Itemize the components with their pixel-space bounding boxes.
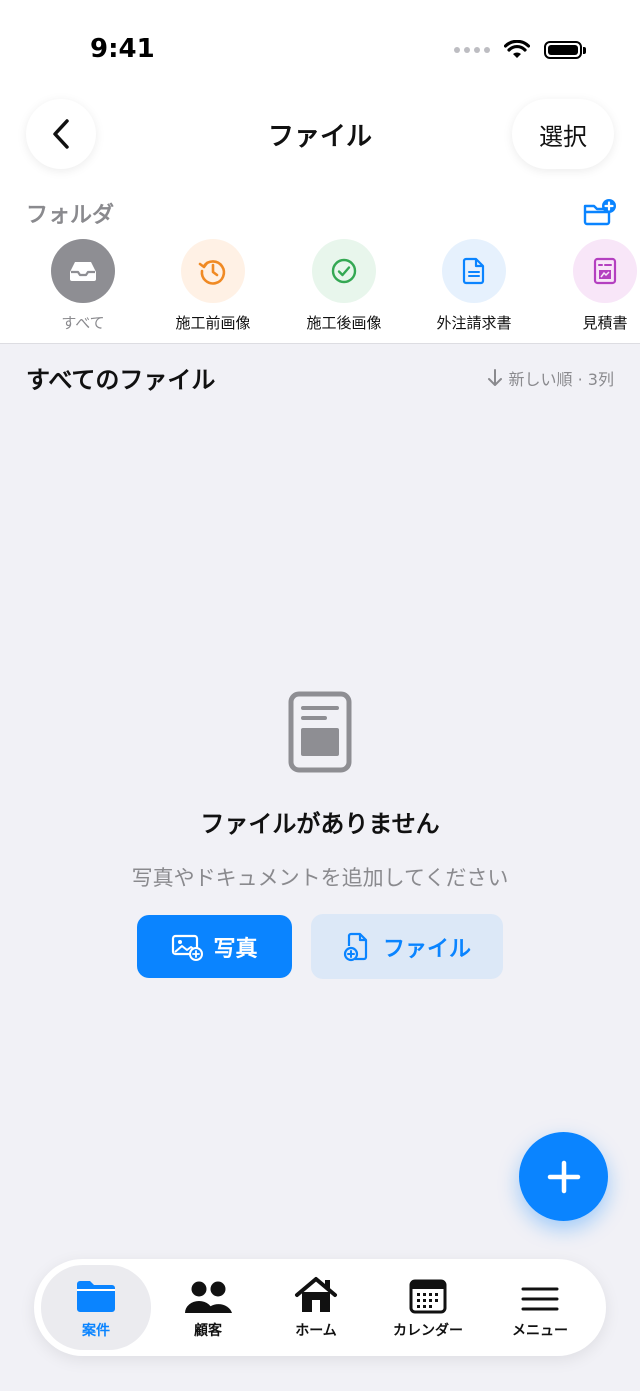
folder-item-label: 施工後画像 xyxy=(306,314,382,332)
tab-label: 顧客 xyxy=(194,1323,222,1339)
add-fab-button[interactable] xyxy=(519,1132,608,1221)
battery-icon xyxy=(544,41,586,59)
folder-item-label: すべて xyxy=(61,314,105,332)
tab-label: 案件 xyxy=(82,1323,110,1339)
arrow-down-icon xyxy=(487,369,502,386)
folder-item-estimates[interactable]: 見積書 xyxy=(550,239,640,333)
files-section-title: すべてのファイル xyxy=(26,366,216,394)
sort-label: 新しい順 · 3列 xyxy=(508,370,614,389)
folder-icon-bg xyxy=(181,239,245,303)
empty-state-title: ファイルがありません xyxy=(200,810,440,838)
sort-control[interactable]: 新しい順 · 3列 xyxy=(487,366,614,390)
tab-menu[interactable]: メニュー xyxy=(485,1265,595,1350)
add-file-button[interactable]: ファイル xyxy=(311,914,503,979)
tab-home[interactable]: ホーム xyxy=(261,1265,371,1350)
tab-label: カレンダー xyxy=(393,1323,463,1339)
estimate-icon xyxy=(593,257,617,285)
folder-section-label: フォルダ xyxy=(26,203,115,228)
folder-icon xyxy=(77,1281,115,1312)
tab-projects[interactable]: 案件 xyxy=(41,1265,151,1350)
empty-document-icon xyxy=(288,691,352,773)
folder-icon-bg xyxy=(442,239,506,303)
folder-icon-bg xyxy=(51,239,115,303)
folder-icon-bg xyxy=(573,239,637,303)
tray-icon xyxy=(70,262,96,281)
plus-icon xyxy=(547,1160,580,1193)
folder-item-label: 見積書 xyxy=(582,314,628,332)
folder-item-all[interactable]: すべて xyxy=(28,239,138,333)
tab-bar: 案件 顧客 ホーム カレンダー メニュー xyxy=(34,1259,606,1356)
folder-icon-bg xyxy=(312,239,376,303)
tab-label: ホーム xyxy=(295,1323,337,1339)
folder-item-label: 施工前画像 xyxy=(175,314,251,332)
select-button[interactable]: 選択 xyxy=(512,99,614,169)
folder-item-before-photos[interactable]: 施工前画像 xyxy=(158,239,268,333)
house-icon xyxy=(295,1277,337,1312)
checkmark-circle-icon xyxy=(331,258,357,284)
status-time: 9:41 xyxy=(90,34,155,64)
document-icon xyxy=(462,257,485,285)
menu-icon xyxy=(521,1287,559,1311)
tab-label: メニュー xyxy=(512,1323,568,1339)
clock-history-icon xyxy=(198,260,226,285)
tab-calendar[interactable]: カレンダー xyxy=(373,1265,483,1350)
folder-plus-icon[interactable] xyxy=(582,198,616,226)
status-indicators xyxy=(454,40,586,60)
add-photo-button[interactable]: 写真 xyxy=(137,915,292,978)
file-add-icon xyxy=(343,932,368,961)
tab-customers[interactable]: 顧客 xyxy=(153,1265,263,1350)
photo-add-icon xyxy=(172,934,204,961)
empty-state-subtitle: 写真やドキュメントを追加してください xyxy=(131,866,509,890)
signal-icon xyxy=(454,47,490,53)
add-photo-label: 写真 xyxy=(213,936,258,962)
calendar-icon xyxy=(409,1279,447,1314)
folder-item-after-photos[interactable]: 施工後画像 xyxy=(289,239,399,333)
folder-item-label: 外注請求書 xyxy=(436,314,512,332)
folder-item-outsourcing-invoices[interactable]: 外注請求書 xyxy=(419,239,529,333)
wifi-icon xyxy=(504,40,530,58)
add-file-label: ファイル xyxy=(382,936,471,962)
people-icon xyxy=(185,1281,232,1313)
